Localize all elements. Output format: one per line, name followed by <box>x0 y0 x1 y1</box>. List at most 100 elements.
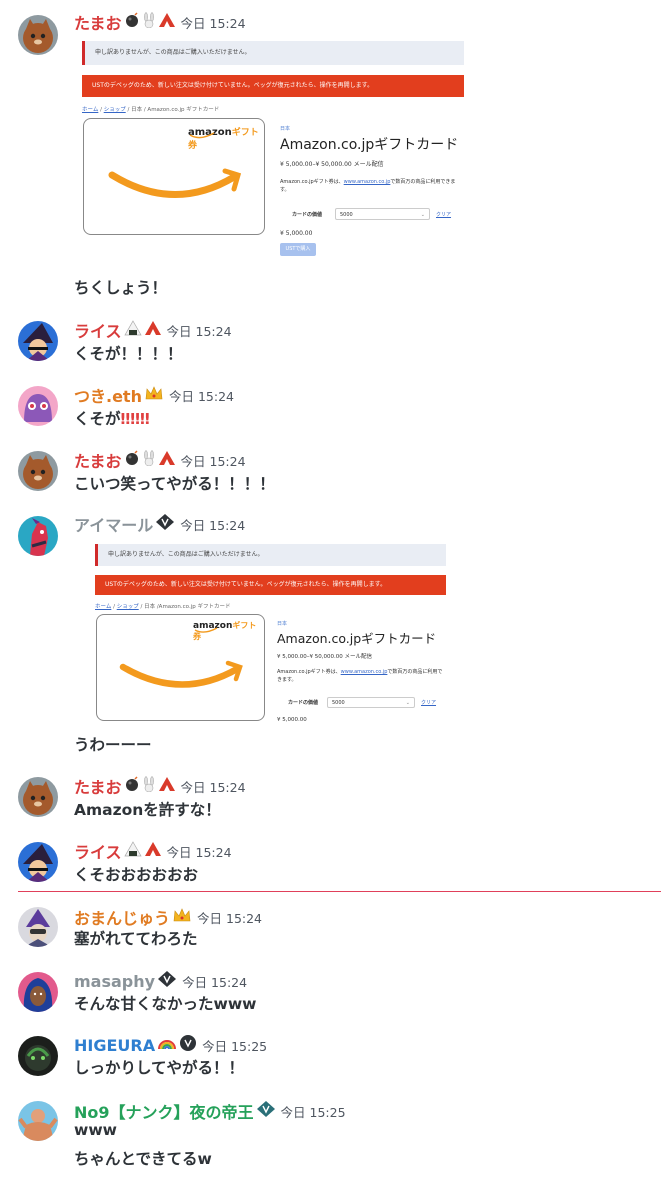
cat-avatar-icon <box>18 777 58 817</box>
bunny-icon <box>142 776 156 796</box>
witch-avatar-icon <box>18 842 58 882</box>
clear-link[interactable]: クリア <box>436 211 451 218</box>
message-text: そんな甘くなかったwww <box>74 995 257 1013</box>
username[interactable]: ライス <box>74 839 122 863</box>
price-range-value: ¥ 5,000.00–¥ 50,000.00 <box>280 161 352 168</box>
message-text-main: くそが <box>74 410 121 428</box>
timestamp: 今日 15:24 <box>182 974 248 990</box>
valorant-diamond-icon <box>157 970 177 992</box>
username[interactable]: ライス <box>74 318 122 342</box>
desc-link[interactable]: www.amazon.co.jp <box>341 669 388 675</box>
username[interactable]: No9【ナンク】夜の帝王 <box>74 1099 254 1123</box>
total-price: ¥ 5,000.00 <box>280 230 313 237</box>
chevron-down-icon: ⌄ <box>420 212 425 218</box>
message-header: masaphy 今日 15:24 <box>74 970 247 992</box>
shield-icon <box>179 1034 197 1056</box>
username[interactable]: HIGEURA <box>74 1036 155 1055</box>
message-text: くそおおおおおお <box>74 866 199 884</box>
alert-banner: USTのデペッグのため、新しい注文は受け付けていません。ペッグが復元されたら、操… <box>95 575 446 595</box>
chevron-down-icon: ⌄ <box>405 700 410 706</box>
username[interactable]: たまお <box>74 10 122 34</box>
field-label: カードの価値 <box>288 700 319 706</box>
message-header: ライス 今日 15:24 <box>74 318 232 342</box>
message-text: ちくしょう！ <box>74 279 168 297</box>
embedded-screenshot[interactable]: 申し訳ありませんが、この商品はご購入いただけません。 USTのデペッグのため、新… <box>82 39 464 274</box>
buy-with-ust-button[interactable]: USTで購入 <box>280 243 316 256</box>
username[interactable]: たまお <box>74 774 122 798</box>
price-range: ¥ 5,000.00–¥ 50,000.00 メール配信 <box>280 159 384 168</box>
apex-icon <box>158 12 176 32</box>
avatar[interactable] <box>18 451 58 491</box>
cat-avatar-icon <box>18 451 58 491</box>
horse-avatar-icon <box>18 516 58 556</box>
avatar[interactable] <box>18 516 58 556</box>
onigiri-icon <box>123 841 142 861</box>
amazon-smile-icon <box>119 627 243 688</box>
avatar[interactable] <box>18 386 58 426</box>
apex-icon <box>158 450 176 470</box>
message-text: Amazonを許すな！ <box>74 801 221 819</box>
avatar[interactable] <box>18 842 58 882</box>
username[interactable]: たまお <box>74 448 122 472</box>
bomb-icon <box>124 12 140 32</box>
message-header: たまお 今日 15:24 <box>74 448 246 472</box>
region-label: 日本 <box>280 126 291 132</box>
message-text: ちゃんとできてるw <box>74 1150 212 1168</box>
valorant-diamond-icon <box>256 1100 276 1122</box>
crumb-rest: 日本 / Amazon.co.jp ギフトカード <box>131 107 220 113</box>
message-text: くそが‼‼‼ <box>74 407 150 429</box>
avatar[interactable] <box>18 1101 58 1141</box>
new-messages-divider <box>18 891 661 892</box>
timestamp: 今日 15:25 <box>202 1038 268 1054</box>
message-header: No9【ナンク】夜の帝王 今日 15:25 <box>74 1099 346 1123</box>
crumb-home: ホーム <box>82 107 99 113</box>
crumb-home: ホーム <box>95 604 112 610</box>
embedded-screenshot[interactable]: 申し訳ありませんが、この商品はご購入いただけません。 USTのデペッグのため、新… <box>95 542 446 732</box>
avatar[interactable] <box>18 1036 58 1076</box>
notice-banner: 申し訳ありませんが、この商品はご購入いただけません。 <box>82 41 464 65</box>
card-value-select[interactable]: 5000 ⌄ <box>335 208 430 220</box>
message-header: HIGEURA 今日 15:25 <box>74 1034 267 1056</box>
message-header: アイマール 今日 15:24 <box>74 512 245 536</box>
timestamp: 今日 15:24 <box>197 910 263 926</box>
avatar[interactable] <box>18 907 58 947</box>
card-value-select[interactable]: 5000 ⌄ <box>327 697 415 708</box>
username[interactable]: masaphy <box>74 972 155 991</box>
timestamp: 今日 15:24 <box>180 779 246 795</box>
username[interactable]: アイマール <box>74 512 153 536</box>
username[interactable]: おまんじゅう <box>74 905 170 929</box>
message-text: しっかりしてやがる！！ <box>74 1059 245 1077</box>
avatar[interactable] <box>18 972 58 1012</box>
breadcrumb: ホーム / ショップ / 日本 / Amazon.co.jp ギフトカード <box>82 107 220 113</box>
gift-card-image: amazonギフト券 <box>96 614 265 721</box>
message-header: ライス 今日 15:24 <box>74 839 232 863</box>
timestamp: 今日 15:24 <box>166 844 232 860</box>
apex-icon <box>144 841 162 861</box>
product-description: Amazon.co.jpギフト券は、www.amazon.co.jpで数百万の商… <box>277 668 445 684</box>
wizard-avatar-icon <box>18 907 58 947</box>
crumb-rest: 日本 /Amazon.co.jp ギフトカード <box>144 604 231 610</box>
desc-link[interactable]: www.amazon.co.jp <box>344 179 391 185</box>
avatar[interactable] <box>18 777 58 817</box>
bunny-icon <box>142 12 156 32</box>
timestamp: 今日 15:24 <box>168 388 234 404</box>
price-note: メール配信 <box>344 654 372 660</box>
price-range-value: ¥ 5,000.00–¥ 50,000.00 <box>277 654 343 660</box>
apex-icon <box>158 776 176 796</box>
clear-link[interactable]: クリア <box>421 699 436 706</box>
field-label: カードの価値 <box>292 212 323 218</box>
breadcrumb: ホーム / ショップ / 日本 /Amazon.co.jp ギフトカード <box>95 604 231 610</box>
muscle-man-avatar-icon <box>18 1101 58 1141</box>
region-label: 日本 <box>277 621 288 627</box>
avatar[interactable] <box>18 321 58 361</box>
product-description: Amazon.co.jpギフト券は、www.amazon.co.jpで数百万の商… <box>280 178 462 194</box>
desc-part-a: Amazon.co.jpギフト券は、 <box>277 669 341 675</box>
total-price: ¥ 5,000.00 <box>277 717 307 723</box>
username[interactable]: つき.eth <box>74 383 142 407</box>
desc-part-a: Amazon.co.jpギフト券は、 <box>280 179 344 185</box>
gift-card-image: amazonギフト券 <box>83 118 265 235</box>
avatar[interactable] <box>18 15 58 55</box>
crown-icon <box>172 907 192 927</box>
apex-icon <box>144 320 162 340</box>
price-range: ¥ 5,000.00–¥ 50,000.00 メール配信 <box>277 652 372 660</box>
